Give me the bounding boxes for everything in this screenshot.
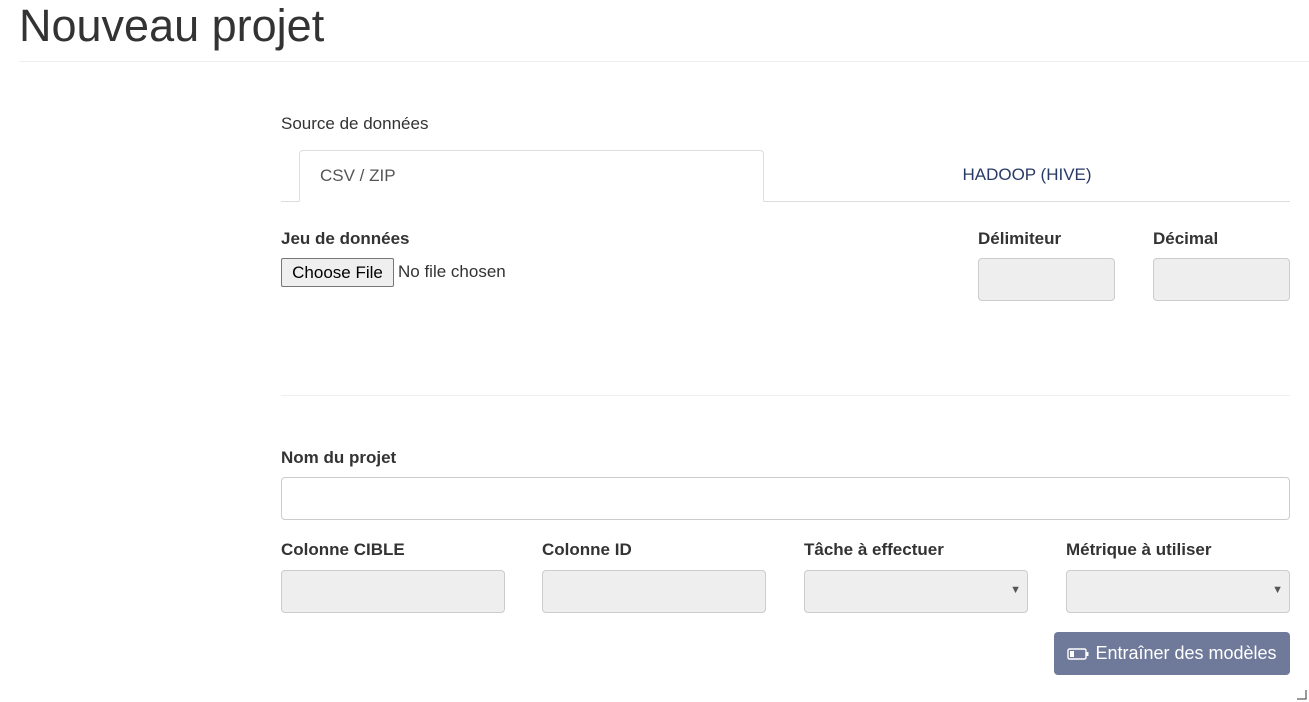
page-title: Nouveau projet	[19, 0, 325, 51]
file-status: No file chosen	[398, 262, 506, 281]
data-source-tabs: CSV / ZIP HADOOP (HIVE)	[281, 150, 1290, 202]
delimiter-field[interactable]	[978, 258, 1115, 301]
project-name-input[interactable]	[281, 477, 1290, 520]
chevron-down-icon: ▼	[1272, 584, 1283, 596]
title-divider	[19, 61, 1309, 62]
task-label: Tâche à effectuer	[804, 540, 944, 559]
decimal-label: Décimal	[1153, 229, 1219, 248]
delimiter-label: Délimiteur	[978, 229, 1062, 248]
dataset-label: Jeu de données	[281, 229, 410, 248]
tab-csv-zip[interactable]: CSV / ZIP	[299, 150, 764, 202]
chevron-down-icon: ▼	[1010, 584, 1021, 596]
resize-handle-icon[interactable]	[1297, 690, 1307, 700]
project-name-label: Nom du projet	[281, 448, 397, 467]
train-models-label: Entraîner des modèles	[1095, 643, 1277, 663]
section-divider	[281, 395, 1290, 396]
target-column-label: Colonne CIBLE	[281, 540, 405, 559]
metric-label: Métrique à utiliser	[1066, 540, 1212, 559]
metric-select[interactable]: ▼	[1066, 570, 1290, 613]
train-models-button[interactable]: Entraîner des modèles	[1054, 632, 1290, 675]
task-select[interactable]: ▼	[804, 570, 1028, 613]
data-source-label: Source de données	[281, 114, 429, 133]
choose-file-button[interactable]: Choose File	[281, 258, 394, 287]
id-column-label: Colonne ID	[542, 540, 632, 559]
battery-icon	[1067, 647, 1089, 660]
decimal-field[interactable]	[1153, 258, 1290, 301]
id-column-field[interactable]	[542, 570, 766, 613]
target-column-field[interactable]	[281, 570, 505, 613]
tab-hadoop-hive[interactable]: HADOOP (HIVE)	[764, 150, 1290, 202]
